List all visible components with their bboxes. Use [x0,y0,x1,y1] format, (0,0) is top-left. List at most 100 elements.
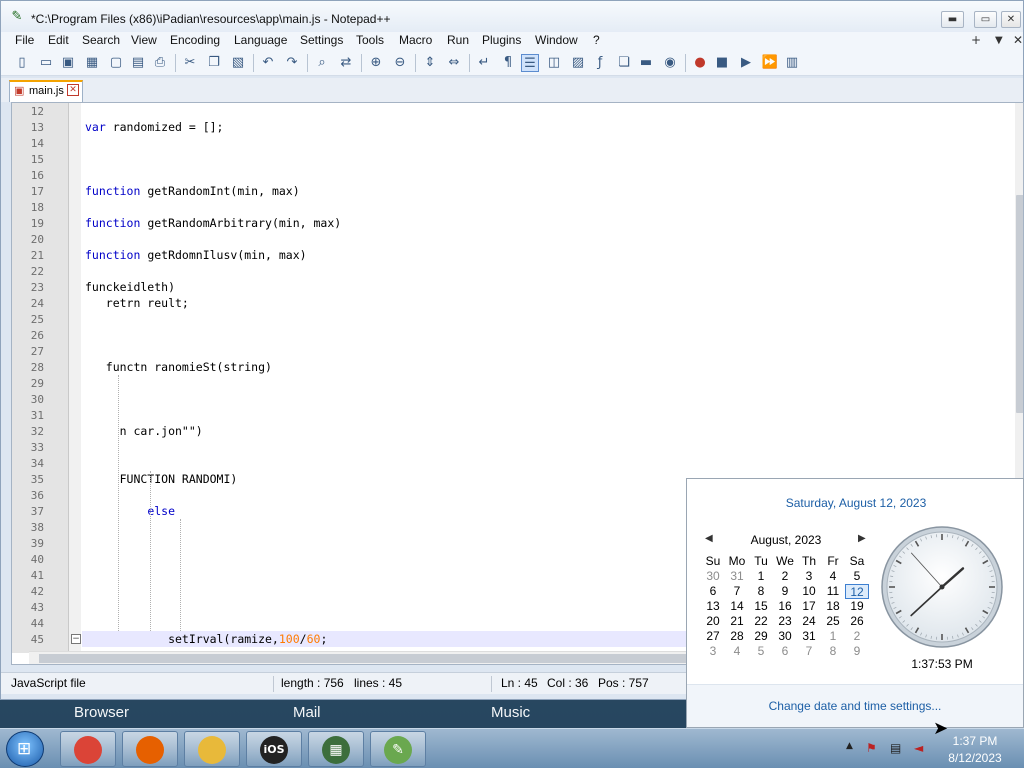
title-bar[interactable]: ✎ *C:\Program Files (x86)\iPadian\resour… [1,1,1023,35]
play-macro-icon[interactable]: ▶ [737,54,755,72]
menu-search[interactable]: Search [82,33,120,47]
indent-guide-icon[interactable]: ☰ [521,54,539,72]
folder-icon[interactable]: ▬ [637,54,655,72]
calendar-day[interactable]: 31 [797,629,821,644]
taskbar-explorer-button[interactable] [184,731,240,767]
fold-collapse-icon[interactable]: − [71,634,81,644]
calendar-day[interactable]: 29 [749,629,773,644]
calendar-day[interactable]: 22 [749,614,773,629]
calendar-day[interactable]: 18 [821,599,845,614]
zoom-out-icon[interactable]: ⊖ [391,54,409,72]
close-all-icon[interactable]: ▤ [129,54,147,72]
menu-window[interactable]: Window [535,33,578,47]
calendar-day[interactable]: 9 [845,644,869,659]
tray-date[interactable]: 8/12/2023 [940,751,1010,765]
maximize-button[interactable]: ▭ [974,11,997,28]
replace-icon[interactable]: ⇄ [337,54,355,72]
calendar-day[interactable]: 23 [773,614,797,629]
print-icon[interactable]: ⎙ [151,54,169,72]
menu-settings[interactable]: Settings [300,33,343,47]
calendar-day[interactable]: 30 [701,569,725,584]
taskbar-firefox-button[interactable] [122,731,178,767]
close-icon[interactable]: ▢ [107,54,125,72]
calendar-day[interactable]: 27 [701,629,725,644]
calendar-day[interactable]: 6 [773,644,797,659]
calendar-day[interactable]: 25 [821,614,845,629]
network-icon[interactable]: ▤ [890,741,901,755]
menu-view[interactable]: View [131,33,157,47]
calendar-day[interactable]: 31 [725,569,749,584]
calendar-day[interactable]: 5 [845,569,869,584]
new-file-icon[interactable]: ▯ [13,54,31,72]
language-icon[interactable]: ◫ [545,54,563,72]
calendar-day[interactable]: 13 [701,599,725,614]
calendar-day[interactable]: 4 [821,569,845,584]
close-doc-icon[interactable]: ✕ [1013,33,1023,47]
calendar-day[interactable]: 2 [845,629,869,644]
calendar-day[interactable]: 4 [725,644,749,659]
tab-main-js[interactable]: ▣ main.js ✕ [9,80,83,102]
cut-icon[interactable]: ✂ [181,54,199,72]
menu-plugins[interactable]: Plugins [482,33,521,47]
tab-list-dropdown-icon[interactable]: ▼ [995,35,1003,46]
sync-horizontal-icon[interactable]: ⇔ [445,54,463,72]
close-button[interactable]: ✕ [1001,11,1021,28]
redo-icon[interactable]: ↷ [283,54,301,72]
paste-icon[interactable]: ▧ [229,54,247,72]
menu-edit[interactable]: Edit [48,33,69,47]
taskbar-monitor-button[interactable]: ▦ [308,731,364,767]
calendar-day[interactable]: 6 [701,584,725,599]
zoom-in-icon[interactable]: ⊕ [367,54,385,72]
vertical-scroll-thumb[interactable] [1016,195,1023,413]
undo-icon[interactable]: ↶ [259,54,277,72]
open-file-icon[interactable]: ▭ [37,54,55,72]
save-all-icon[interactable]: ▦ [83,54,101,72]
calendar-day[interactable]: 12 [845,584,869,599]
dock-label-browser[interactable]: Browser [74,704,129,721]
word-wrap-icon[interactable]: ↵ [475,54,493,72]
taskbar-ios-button[interactable]: iOS [246,731,302,767]
start-button[interactable]: ⊞ [6,731,44,767]
menu-run[interactable]: Run [447,33,469,47]
calendar-month-title[interactable]: August, 2023 [727,533,845,547]
calendar-day[interactable]: 5 [749,644,773,659]
calendar-day[interactable]: 11 [821,584,845,599]
change-date-time-settings-link[interactable]: Change date and time settings... [687,699,1023,713]
tab-close-icon[interactable]: ✕ [67,84,79,96]
calendar-day[interactable]: 16 [773,599,797,614]
calendar-day[interactable]: 10 [797,584,821,599]
taskbar-notepadpp-button[interactable]: ✎ [370,731,426,767]
show-all-chars-icon[interactable]: ¶ [499,54,517,72]
calendar-day[interactable]: 7 [725,584,749,599]
new-tab-plus-icon[interactable]: + [971,33,981,47]
menu-encoding[interactable]: Encoding [170,33,220,47]
doc-switcher-icon[interactable]: ❏ [615,54,633,72]
sync-vertical-icon[interactable]: ⇕ [421,54,439,72]
save-macro-icon[interactable]: ▥ [783,54,801,72]
calendar-day[interactable]: 2 [773,569,797,584]
calendar-day[interactable]: 20 [701,614,725,629]
copy-icon[interactable]: ❐ [205,54,223,72]
monitor-icon[interactable]: ◉ [661,54,679,72]
full-date-link[interactable]: Saturday, August 12, 2023 [687,496,1024,510]
show-hidden-icons-icon[interactable]: ▲ [846,741,853,751]
record-macro-icon[interactable]: ● [691,54,709,72]
calendar-day[interactable]: 1 [749,569,773,584]
volume-muted-icon[interactable]: ◄ [914,741,923,755]
tray-time[interactable]: 1:37 PM [940,734,1010,748]
next-month-icon[interactable]: ▶ [858,533,866,544]
find-icon[interactable]: ⌕ [313,54,331,72]
fold-margin[interactable] [69,103,81,653]
calendar-day[interactable]: 3 [701,644,725,659]
calendar-day[interactable]: 28 [725,629,749,644]
calendar-day[interactable]: 1 [821,629,845,644]
stop-record-icon[interactable]: ■ [713,54,731,72]
calendar-day[interactable]: 30 [773,629,797,644]
calendar-day[interactable]: 21 [725,614,749,629]
calendar-day[interactable]: 8 [749,584,773,599]
map-icon[interactable]: ▨ [569,54,587,72]
calendar-day[interactable]: 26 [845,614,869,629]
menu-file[interactable]: File [15,33,34,47]
dock-label-mail[interactable]: Mail [293,704,321,721]
save-icon[interactable]: ▣ [59,54,77,72]
